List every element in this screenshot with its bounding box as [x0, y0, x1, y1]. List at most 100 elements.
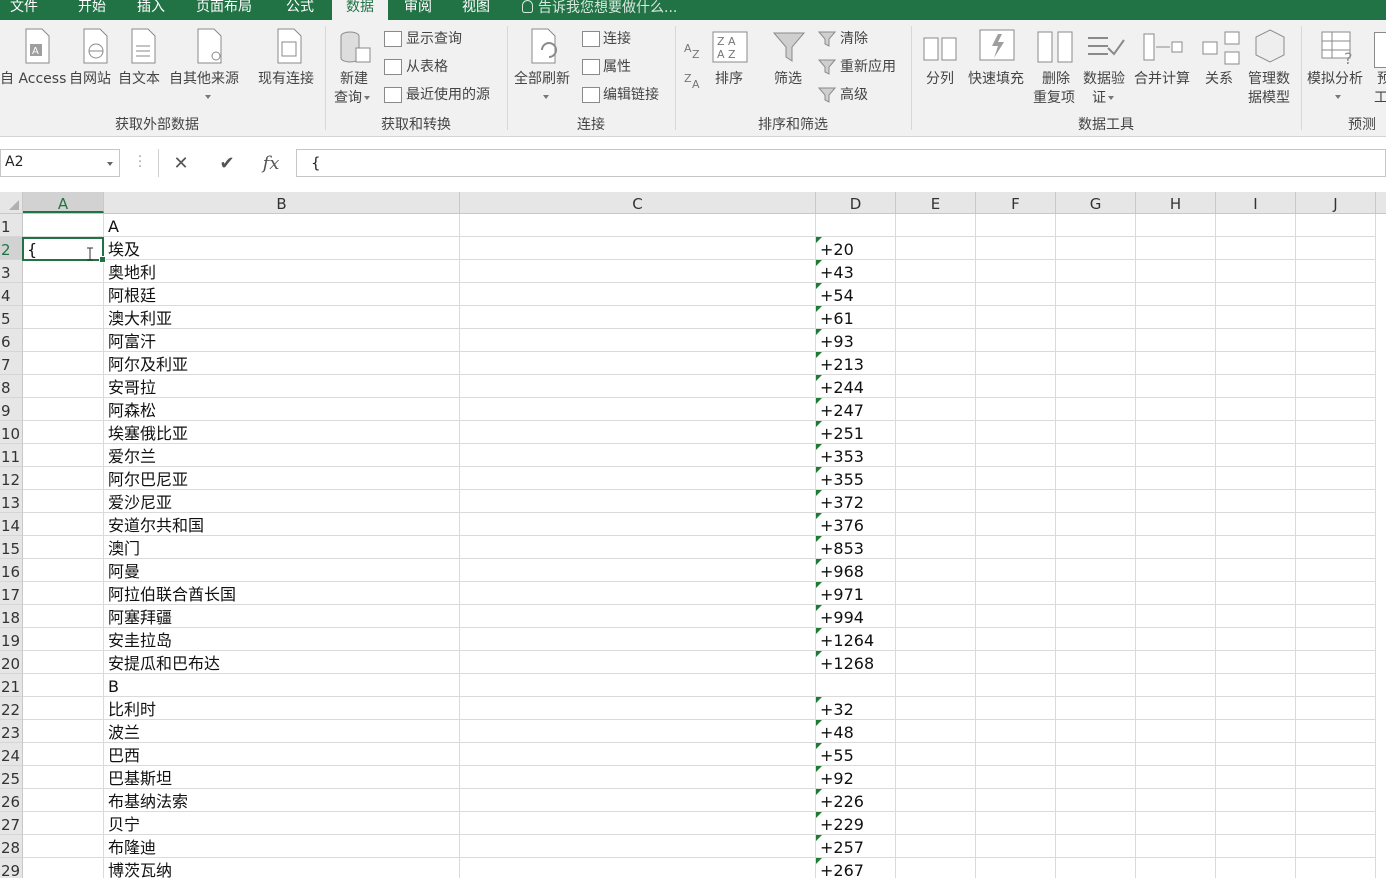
- cell-f1[interactable]: [976, 214, 1056, 237]
- cell-h19[interactable]: [1136, 628, 1216, 651]
- cell-j19[interactable]: [1296, 628, 1376, 651]
- cell-f23[interactable]: [976, 720, 1056, 743]
- cell-i26[interactable]: [1216, 789, 1296, 812]
- cell-b5[interactable]: 澳大利亚: [104, 306, 460, 329]
- cell-a15[interactable]: [23, 536, 104, 559]
- cell-j22[interactable]: [1296, 697, 1376, 720]
- cell-a13[interactable]: [23, 490, 104, 513]
- tab-home[interactable]: 开始: [78, 0, 106, 20]
- cell-h1[interactable]: [1136, 214, 1216, 237]
- cell-g13[interactable]: [1056, 490, 1136, 513]
- row-header[interactable]: 20: [0, 651, 22, 674]
- row-header[interactable]: 9: [0, 398, 22, 421]
- row-header[interactable]: 4: [0, 283, 22, 306]
- cell-h9[interactable]: [1136, 398, 1216, 421]
- cell-h25[interactable]: [1136, 766, 1216, 789]
- cell-i3[interactable]: [1216, 260, 1296, 283]
- cell-i4[interactable]: [1216, 283, 1296, 306]
- chevron-down-icon[interactable]: [107, 162, 113, 166]
- row-header[interactable]: 11: [0, 444, 22, 467]
- cell-b10[interactable]: 埃塞俄比亚: [104, 421, 460, 444]
- cell-f24[interactable]: [976, 743, 1056, 766]
- remove-duplicates-label-1[interactable]: 删除: [1034, 70, 1078, 88]
- row-header[interactable]: 25: [0, 766, 22, 789]
- cell-b20[interactable]: 安提瓜和巴布达: [104, 651, 460, 674]
- cell-e23[interactable]: [896, 720, 976, 743]
- recent-sources-button[interactable]: 最近使用的源: [406, 86, 490, 104]
- cell-d12[interactable]: +355: [816, 467, 896, 490]
- cell-d3[interactable]: +43: [816, 260, 896, 283]
- cell-c26[interactable]: [460, 789, 816, 812]
- cell-f9[interactable]: [976, 398, 1056, 421]
- cancel-formula-button[interactable]: ✕: [167, 151, 195, 177]
- cell-a26[interactable]: [23, 789, 104, 812]
- cell-c8[interactable]: [460, 375, 816, 398]
- tab-formulas[interactable]: 公式: [286, 0, 314, 20]
- cell-e4[interactable]: [896, 283, 976, 306]
- cell-g9[interactable]: [1056, 398, 1136, 421]
- cell-g21[interactable]: [1056, 674, 1136, 697]
- cell-j10[interactable]: [1296, 421, 1376, 444]
- cell-d27[interactable]: +229: [816, 812, 896, 835]
- row-header[interactable]: 21: [0, 674, 22, 697]
- cell-e2[interactable]: [896, 237, 976, 260]
- cell-b7[interactable]: 阿尔及利亚: [104, 352, 460, 375]
- cell-f8[interactable]: [976, 375, 1056, 398]
- cell-a8[interactable]: [23, 375, 104, 398]
- cell-e10[interactable]: [896, 421, 976, 444]
- cell-j7[interactable]: [1296, 352, 1376, 375]
- cell-c6[interactable]: [460, 329, 816, 352]
- new-query-label-1[interactable]: 新建: [334, 70, 374, 88]
- insert-function-button[interactable]: fx: [257, 151, 285, 177]
- cell-a6[interactable]: [23, 329, 104, 352]
- cell-d20[interactable]: +1268: [816, 651, 896, 674]
- cell-i21[interactable]: [1216, 674, 1296, 697]
- cell-b9[interactable]: 阿森松: [104, 398, 460, 421]
- cell-i16[interactable]: [1216, 559, 1296, 582]
- cell-e9[interactable]: [896, 398, 976, 421]
- cell-a27[interactable]: [23, 812, 104, 835]
- cell-j26[interactable]: [1296, 789, 1376, 812]
- tab-file[interactable]: 文件: [10, 0, 38, 20]
- cell-f12[interactable]: [976, 467, 1056, 490]
- cell-h10[interactable]: [1136, 421, 1216, 444]
- row-header[interactable]: 28: [0, 835, 22, 858]
- cell-j6[interactable]: [1296, 329, 1376, 352]
- cell-g22[interactable]: [1056, 697, 1136, 720]
- cell-i6[interactable]: [1216, 329, 1296, 352]
- edit-links-button[interactable]: 编辑链接: [603, 86, 659, 104]
- cell-c20[interactable]: [460, 651, 816, 674]
- cell-j4[interactable]: [1296, 283, 1376, 306]
- cell-e24[interactable]: [896, 743, 976, 766]
- row-header[interactable]: 22: [0, 697, 22, 720]
- cell-h24[interactable]: [1136, 743, 1216, 766]
- row-header[interactable]: 23: [0, 720, 22, 743]
- cell-c4[interactable]: [460, 283, 816, 306]
- column-header-i[interactable]: I: [1216, 192, 1296, 213]
- cell-f26[interactable]: [976, 789, 1056, 812]
- cell-h14[interactable]: [1136, 513, 1216, 536]
- reapply-button[interactable]: 重新应用: [840, 58, 896, 76]
- select-all-button[interactable]: [0, 192, 23, 214]
- cell-d18[interactable]: +994: [816, 605, 896, 628]
- cell-d8[interactable]: +244: [816, 375, 896, 398]
- cell-i27[interactable]: [1216, 812, 1296, 835]
- cell-d7[interactable]: +213: [816, 352, 896, 375]
- cell-a16[interactable]: [23, 559, 104, 582]
- cell-j12[interactable]: [1296, 467, 1376, 490]
- cell-b26[interactable]: 布基纳法索: [104, 789, 460, 812]
- row-header[interactable]: 18: [0, 605, 22, 628]
- cell-f4[interactable]: [976, 283, 1056, 306]
- refresh-all-button[interactable]: 全部刷新: [514, 70, 570, 88]
- cell-d15[interactable]: +853: [816, 536, 896, 559]
- cell-b22[interactable]: 比利时: [104, 697, 460, 720]
- cell-j21[interactable]: [1296, 674, 1376, 697]
- cell-i17[interactable]: [1216, 582, 1296, 605]
- name-box[interactable]: A2: [0, 149, 120, 177]
- cell-j3[interactable]: [1296, 260, 1376, 283]
- connections-button[interactable]: 连接: [603, 30, 631, 48]
- cell-f25[interactable]: [976, 766, 1056, 789]
- cell-h29[interactable]: [1136, 858, 1216, 878]
- cell-g28[interactable]: [1056, 835, 1136, 858]
- cell-i2[interactable]: [1216, 237, 1296, 260]
